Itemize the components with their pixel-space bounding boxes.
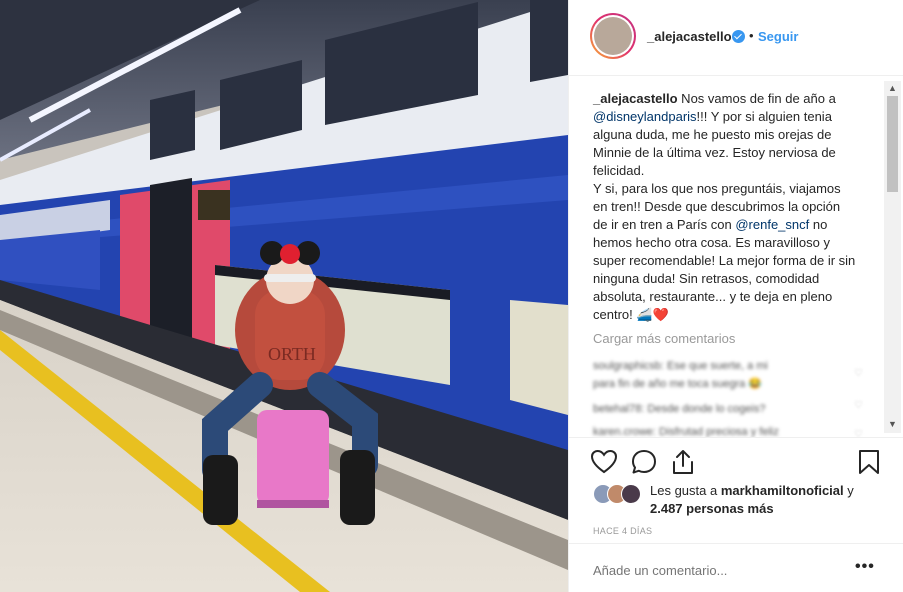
likes-count-link[interactable]: 2.487 personas más bbox=[650, 501, 774, 516]
more-options-icon[interactable]: ••• bbox=[855, 558, 875, 576]
comment-input[interactable] bbox=[593, 563, 833, 578]
heart-icon[interactable] bbox=[590, 448, 618, 476]
scrollbar-thumb[interactable] bbox=[887, 96, 898, 192]
bookmark-icon[interactable] bbox=[855, 448, 883, 476]
svg-text:ORTH: ORTH bbox=[268, 344, 316, 364]
caption-text-3: no hemos hecho otra cosa. Es maravilloso… bbox=[593, 217, 859, 322]
add-comment-bar: ••• bbox=[569, 543, 903, 592]
comment-blurred: karen.crowe: Disfrutad preciosa y feliz bbox=[593, 426, 779, 437]
liker-username[interactable]: markhamiltonoficial bbox=[721, 483, 844, 498]
post-header: _alejacastello • Seguir bbox=[569, 0, 903, 76]
comment-blurred: soulgraphicsb: Ese que suerte, a mi bbox=[593, 360, 768, 372]
likes-prefix: Les gusta a bbox=[650, 483, 721, 498]
comments-section: _alejacastello Nos vamos de fin de año a… bbox=[569, 77, 903, 437]
likers-avatars[interactable] bbox=[593, 484, 643, 504]
post-caption: _alejacastello Nos vamos de fin de año a… bbox=[593, 90, 858, 324]
author-username[interactable]: _alejacastello bbox=[647, 29, 732, 44]
avatar-image bbox=[594, 17, 632, 55]
comment-blurred: para fin de año me toca suegra 😂 bbox=[593, 378, 763, 390]
mention-disneylandparis[interactable]: @disneylandparis bbox=[593, 109, 697, 124]
load-more-comments-button[interactable]: Cargar más comentarios bbox=[593, 331, 735, 346]
mention-renfe-sncf[interactable]: @renfe_sncf bbox=[735, 217, 809, 232]
caption-text-1: Nos vamos de fin de año a bbox=[677, 91, 840, 106]
instagram-post: ORTH _alejacastello • Seguir _alejacaste… bbox=[0, 0, 903, 592]
verified-badge-icon bbox=[732, 30, 745, 43]
avatar[interactable] bbox=[590, 13, 636, 59]
comment-like-icon[interactable]: ♡ bbox=[854, 368, 864, 379]
follow-button[interactable]: Seguir bbox=[758, 29, 798, 44]
comment-icon[interactable] bbox=[630, 448, 658, 476]
scroll-down-arrow-icon[interactable]: ▼ bbox=[888, 419, 897, 429]
post-side-panel: _alejacastello • Seguir _alejacastello N… bbox=[568, 0, 903, 592]
comment-like-icon[interactable]: ♡ bbox=[854, 400, 864, 411]
likes-summary: Les gusta a markhamiltonoficial y 2.487 p… bbox=[650, 482, 880, 518]
share-icon[interactable] bbox=[669, 448, 697, 476]
scroll-up-arrow-icon[interactable]: ▲ bbox=[888, 83, 897, 93]
post-timestamp[interactable]: HACE 4 DÍAS bbox=[593, 526, 652, 536]
likes-conjunction: y bbox=[843, 483, 854, 498]
post-actions: Les gusta a markhamiltonoficial y 2.487 p… bbox=[569, 437, 903, 538]
comment-like-icon[interactable]: ♡ bbox=[854, 429, 864, 437]
separator-dot: • bbox=[749, 28, 754, 43]
caption-username[interactable]: _alejacastello bbox=[593, 91, 678, 106]
caption-text-2: !!! Y por si alguien tenia alguna duda, … bbox=[593, 109, 841, 232]
liker-avatar bbox=[621, 484, 641, 504]
train-station-photo: ORTH bbox=[0, 0, 568, 592]
comment-blurred: betehal78: Desde donde lo cogeis? bbox=[593, 403, 766, 415]
post-photo[interactable]: ORTH bbox=[0, 0, 568, 592]
